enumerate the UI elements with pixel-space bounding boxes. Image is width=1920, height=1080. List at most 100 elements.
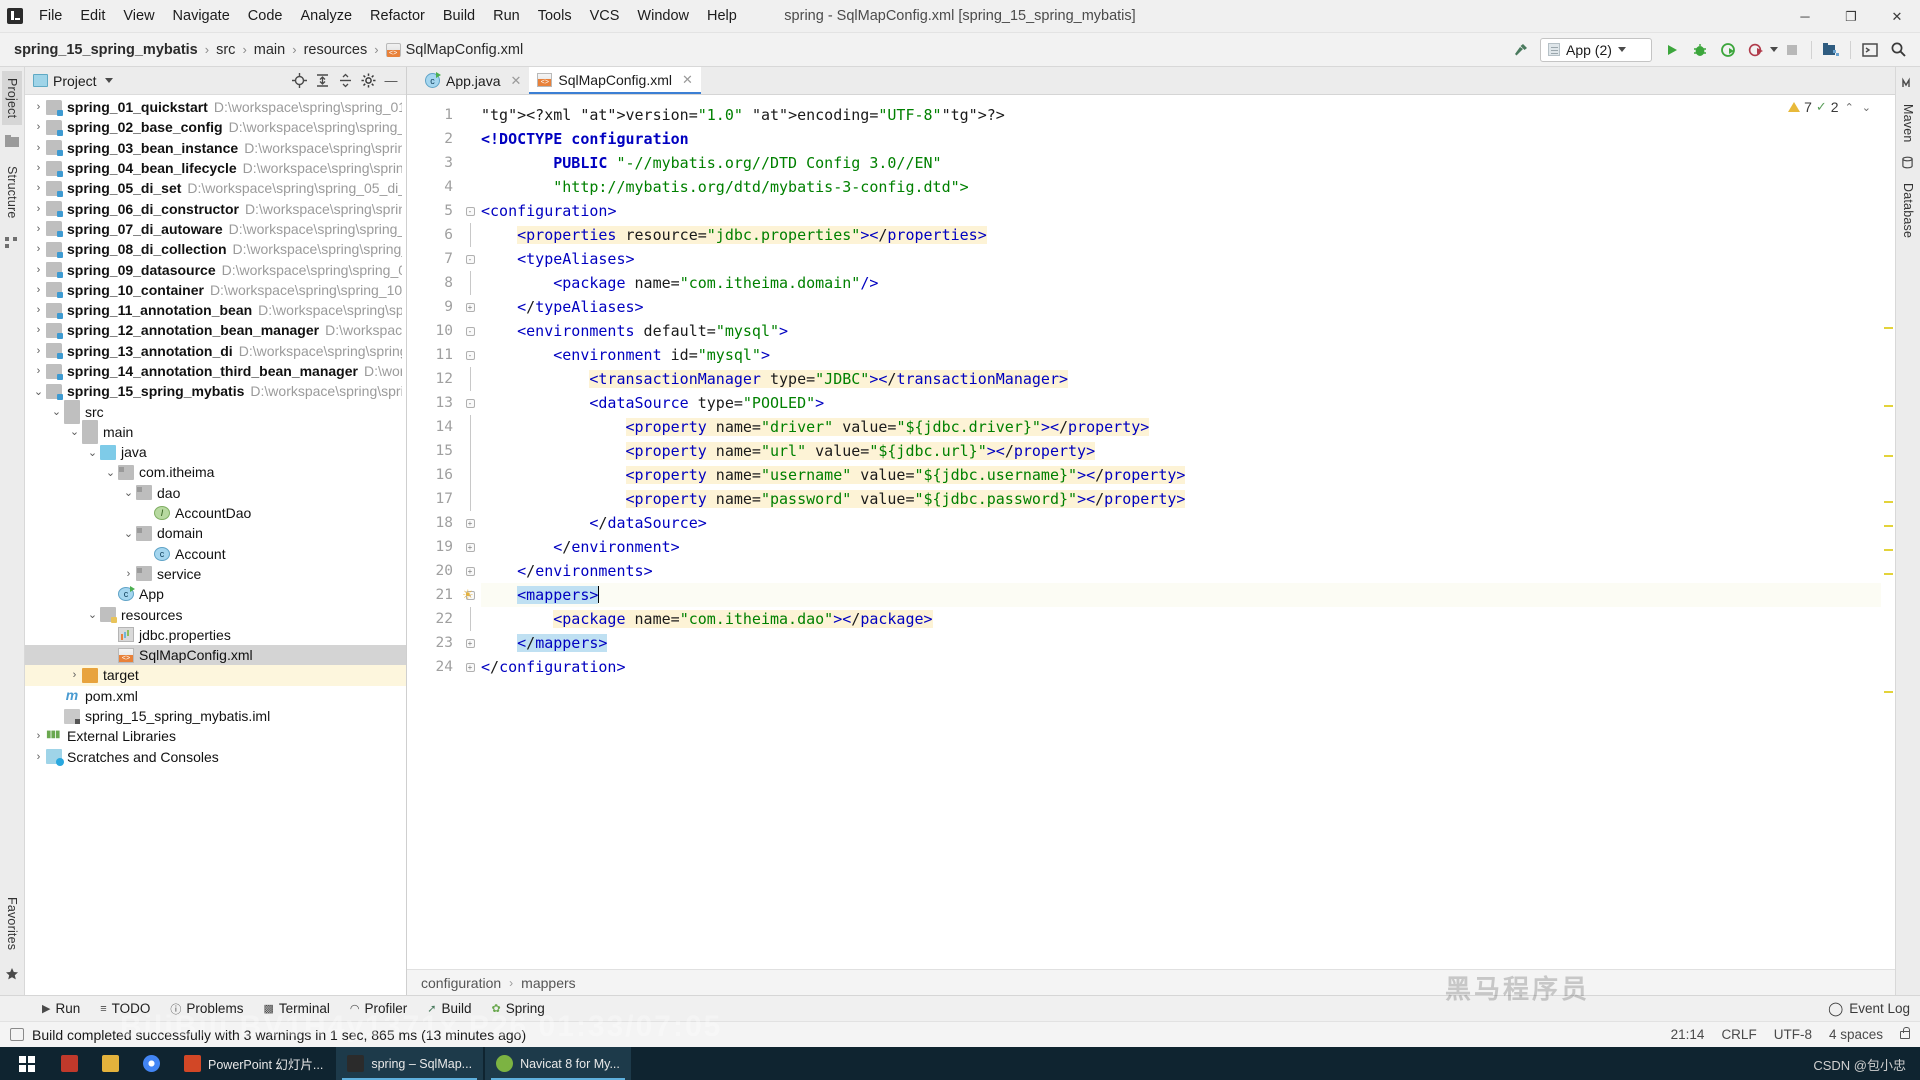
chevron-right-icon[interactable]: › xyxy=(31,304,46,316)
code-line[interactable]: <property name="password" value="${jdbc.… xyxy=(481,487,1881,511)
settings-gear-icon[interactable] xyxy=(357,70,379,92)
tree-node-accountdao[interactable]: ›I AccountDao xyxy=(25,503,406,523)
hide-icon[interactable]: — xyxy=(380,70,402,92)
chevron-down-icon[interactable]: ⌄ xyxy=(121,486,136,499)
code-line[interactable]: <property name="url" value="${jdbc.url}"… xyxy=(481,439,1881,463)
menu-build[interactable]: Build xyxy=(434,4,484,28)
chevron-right-icon[interactable]: › xyxy=(103,588,118,600)
tree-node-spring-12-annotation-bean-manager[interactable]: › spring_12_annotation_bean_manager D:\wor… xyxy=(25,320,406,340)
code-line[interactable]: <properties resource="jdbc.properties"><… xyxy=(481,223,1881,247)
chevron-down-icon[interactable]: ⌄ xyxy=(67,425,82,438)
code-line[interactable]: </dataSource> xyxy=(481,511,1881,535)
code-folding-gutter[interactable]: - - + - - - + + + ☀ - + + xyxy=(459,95,481,969)
chevron-right-icon[interactable]: › xyxy=(139,507,154,519)
inspection-marker[interactable] xyxy=(1884,549,1893,551)
chevron-down-icon[interactable]: ⌄ xyxy=(31,385,46,398)
code-line[interactable]: <typeAliases> xyxy=(481,247,1881,271)
inspection-marker[interactable] xyxy=(1884,327,1893,329)
tree-node-domain[interactable]: ⌄ domain xyxy=(25,523,406,543)
inspection-marker[interactable] xyxy=(1884,573,1893,575)
code-line[interactable]: PUBLIC "-//mybatis.org//DTD Config 3.0//… xyxy=(481,151,1881,175)
code-editor[interactable]: 7 ✓ 2 ⌃ ⌄ 1 2 3 4 5 6 7 8 9 10 11 12 13 14 15 16 17 18 19 2… xyxy=(407,95,1895,969)
inspection-marker[interactable] xyxy=(1884,501,1893,503)
tool-window-terminal[interactable]: ▩ Terminal xyxy=(253,998,339,1019)
chevron-right-icon[interactable]: › xyxy=(31,203,46,215)
intention-bulb-icon[interactable]: ☀ xyxy=(462,587,474,603)
chevron-right-icon[interactable]: › xyxy=(31,101,46,113)
code-line[interactable]: <dataSource type="POOLED"> xyxy=(481,391,1881,415)
menu-refactor[interactable]: Refactor xyxy=(361,4,434,28)
inspection-marker[interactable] xyxy=(1884,691,1893,693)
indent-widget[interactable]: 4 spaces xyxy=(1829,1027,1883,1042)
menu-navigate[interactable]: Navigate xyxy=(164,4,239,28)
next-problem-icon[interactable]: ⌄ xyxy=(1860,101,1873,114)
chevron-right-icon[interactable]: › xyxy=(31,182,46,194)
chevron-right-icon[interactable]: › xyxy=(49,710,64,722)
menu-code[interactable]: Code xyxy=(239,4,292,28)
fold-region[interactable]: - xyxy=(459,199,481,223)
tree-node-com-itheima[interactable]: ⌄ com.itheima xyxy=(25,462,406,482)
menu-help[interactable]: Help xyxy=(698,4,746,28)
taskbar-intellij[interactable]: spring – SqlMap... xyxy=(336,1047,484,1080)
tree-node-external-libraries[interactable]: › External Libraries xyxy=(25,726,406,746)
breadcrumb-src[interactable]: src xyxy=(216,42,235,58)
fold-region[interactable]: + xyxy=(459,655,481,679)
tab-sqlmapconfig-xml[interactable]: SqlMapConfig.xml ✕ xyxy=(529,67,701,94)
tool-window-build[interactable]: ➚ Build xyxy=(417,998,481,1019)
code-line[interactable]: <environments default="mysql"> xyxy=(481,319,1881,343)
fold-toggle-icon[interactable]: - xyxy=(465,350,475,360)
fold-toggle-icon[interactable]: + xyxy=(465,638,475,648)
tool-window-problems[interactable]: ⓘ Problems xyxy=(160,998,253,1020)
close-icon[interactable]: ✕ xyxy=(682,72,693,88)
expand-all-icon[interactable] xyxy=(311,70,333,92)
menu-view[interactable]: View xyxy=(114,4,163,28)
tree-node-account[interactable]: ›c Account xyxy=(25,544,406,564)
taskbar-chrome[interactable] xyxy=(132,1047,171,1080)
close-button[interactable]: ✕ xyxy=(1874,0,1920,33)
maximize-button[interactable]: ❐ xyxy=(1828,0,1874,33)
locate-icon[interactable] xyxy=(288,70,310,92)
menu-window[interactable]: Window xyxy=(628,4,698,28)
chevron-right-icon[interactable]: › xyxy=(103,629,118,641)
tool-window-todo[interactable]: ≡ TODO xyxy=(90,998,160,1019)
tree-node-spring-13-annotation-di[interactable]: › spring_13_annotation_di D:\workspace\spr… xyxy=(25,341,406,361)
tree-node-spring-07-di-autoware[interactable]: › spring_07_di_autoware D:\workspace\sprin… xyxy=(25,219,406,239)
breadcrumb-configuration[interactable]: configuration xyxy=(421,975,501,991)
fold-region[interactable]: + xyxy=(459,535,481,559)
tree-node-spring-06-di-constructor[interactable]: › spring_06_di_constructor D:\workspace\sp… xyxy=(25,198,406,218)
chevron-right-icon[interactable]: › xyxy=(31,243,46,255)
breadcrumb-resources[interactable]: resources xyxy=(304,42,368,58)
inspection-marker[interactable] xyxy=(1884,525,1893,527)
inspection-status-widget[interactable]: 7 ✓ 2 ⌃ ⌄ xyxy=(1782,99,1873,115)
breadcrumb-main[interactable]: main xyxy=(254,42,285,58)
encoding-widget[interactable]: UTF-8 xyxy=(1774,1027,1812,1042)
chevron-right-icon[interactable]: › xyxy=(31,345,46,357)
chevron-right-icon[interactable]: › xyxy=(31,324,46,336)
chevron-right-icon[interactable]: › xyxy=(31,284,46,296)
minimize-button[interactable]: ─ xyxy=(1782,0,1828,33)
fold-region[interactable]: - xyxy=(459,247,481,271)
chevron-down-icon[interactable]: ⌄ xyxy=(121,527,136,540)
tree-node-spring-11-annotation-bean[interactable]: › spring_11_annotation_bean D:\workspace\s… xyxy=(25,300,406,320)
tree-node-jdbc-properties[interactable]: › jdbc.properties xyxy=(25,625,406,645)
code-content[interactable]: "tg"><?xml "at">version="1.0" "at">encod… xyxy=(481,95,1881,969)
menu-file[interactable]: File xyxy=(30,4,71,28)
menu-run[interactable]: Run xyxy=(484,4,529,28)
chevron-right-icon[interactable]: › xyxy=(67,669,82,681)
project-structure-icon[interactable] xyxy=(1817,36,1845,64)
read-write-lock-icon[interactable] xyxy=(1900,1026,1910,1039)
profiler-icon[interactable] xyxy=(1742,36,1770,64)
line-separator-widget[interactable]: CRLF xyxy=(1721,1027,1756,1042)
tree-node-spring-14-annotation-third-bean-manager[interactable]: › spring_14_annotation_third_bean_manager… xyxy=(25,361,406,381)
tree-node-spring-08-di-collection[interactable]: › spring_08_di_collection D:\workspace\spr… xyxy=(25,239,406,259)
fold-toggle-icon[interactable]: + xyxy=(465,566,475,576)
fold-toggle-icon[interactable]: - xyxy=(465,326,475,336)
code-line[interactable]: <environment id="mysql"> xyxy=(481,343,1881,367)
build-hammer-icon[interactable] xyxy=(1506,36,1534,64)
chevron-down-icon[interactable]: ⌄ xyxy=(103,466,118,479)
taskbar-file-explorer[interactable] xyxy=(91,1047,130,1080)
chevron-right-icon[interactable]: › xyxy=(103,649,118,661)
code-line[interactable]: <mappers> xyxy=(481,583,1881,607)
chevron-right-icon[interactable]: › xyxy=(31,142,46,154)
tool-window-spring[interactable]: ✿ Spring xyxy=(482,998,555,1019)
